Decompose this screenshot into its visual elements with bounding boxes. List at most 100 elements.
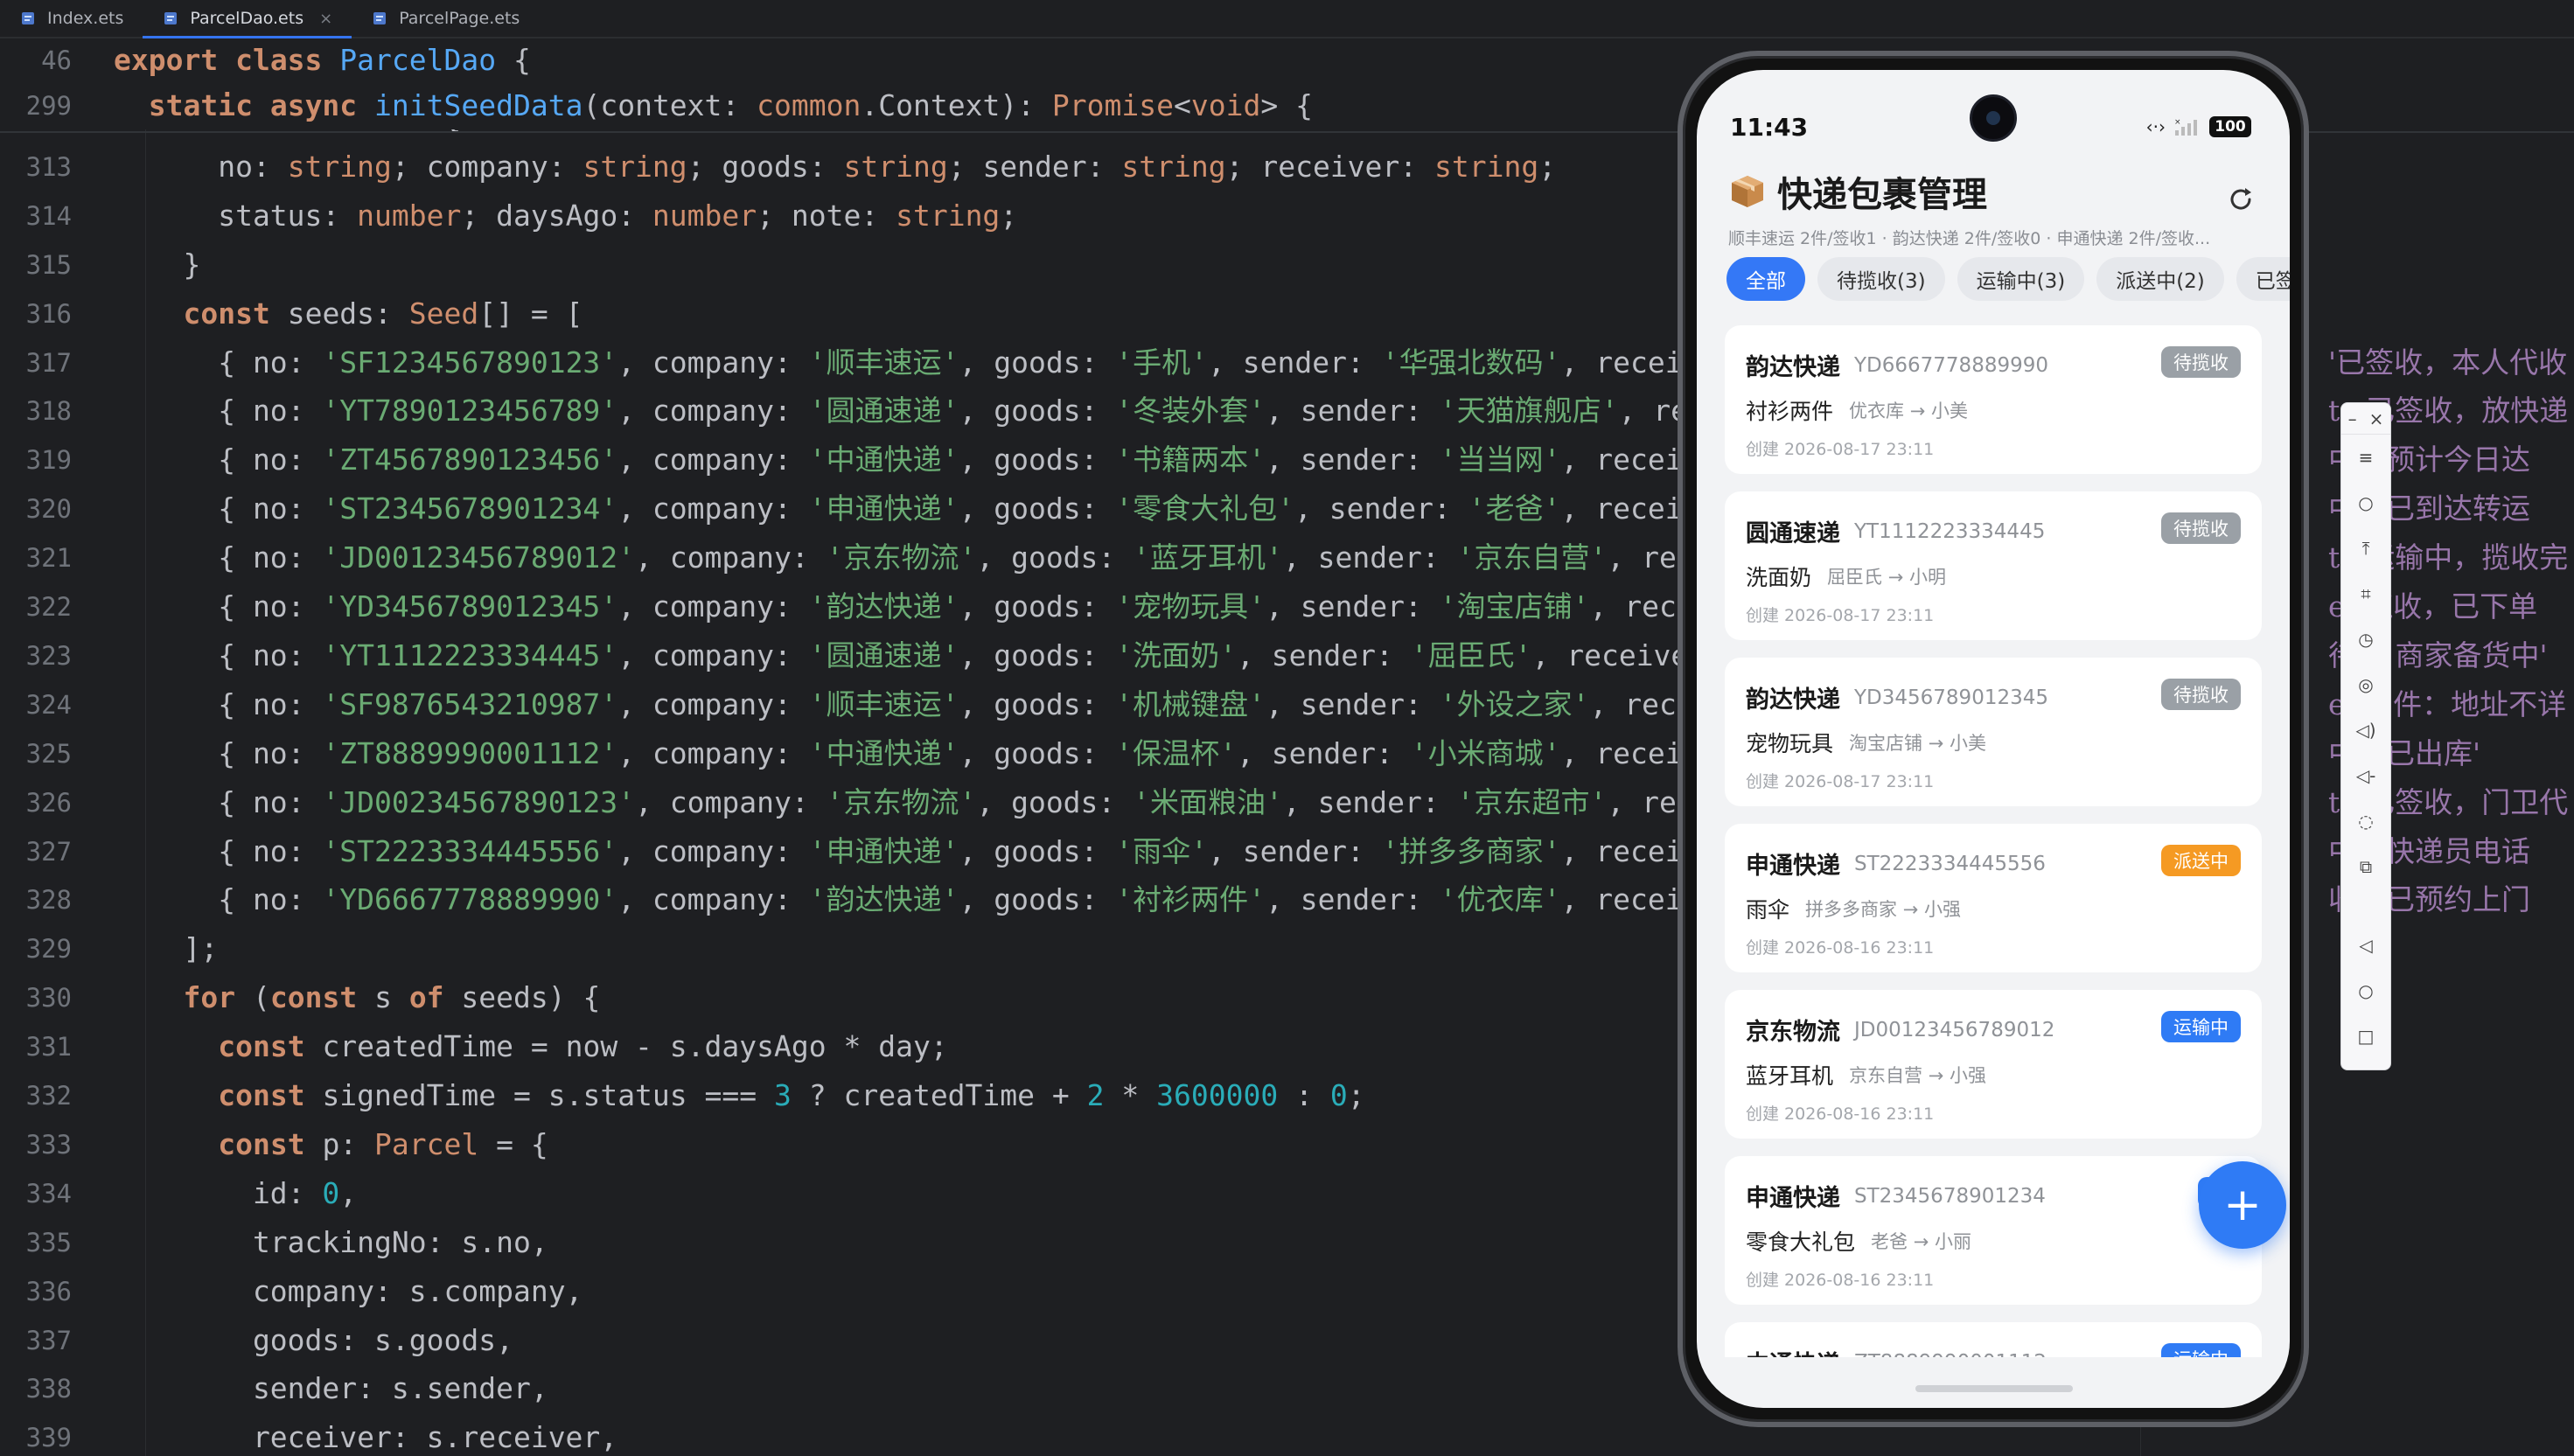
code-token: , goods: [959,686,1116,721]
code-token: , sender: [1294,491,1468,526]
code-token: 'JD00123456789012' [322,540,636,575]
parcel-list[interactable]: 韵达快递 YD6667778889990 待揽收 衬衫两件 优衣库 → 小美 创建 202… [1725,325,2262,1357]
recents-icon[interactable]: □ [2341,1014,2390,1059]
parcel-card[interactable]: 圆通速递 YT1112223334445 待揽收 洗面奶 屈臣氏 → 小明 创建 2026… [1725,491,2262,640]
line-number: 326 [25,787,72,818]
rotate-icon[interactable]: ◷ [2341,617,2390,662]
line-number: 329 [25,934,72,965]
add-parcel-button[interactable]: + [2199,1161,2286,1249]
parcel-card[interactable]: 申通快递 ST2223334445556 派送中 雨伞 拼多多商家 → 小强 创建 202… [1725,824,2262,972]
code-text: for (const s of seeds) { [114,975,600,1021]
parcel-card[interactable]: 申通快递ST2345678901234运零食大礼包老爸 → 小丽创建 2026-… [1725,1156,2262,1305]
filter-chip-4[interactable]: 已签收 [2236,257,2290,301]
code-token: number [357,198,462,233]
code-token: 'YT7890123456789' [322,394,618,428]
file-icon [19,10,37,27]
filter-chip-0[interactable]: 全部 [1726,257,1805,301]
parcel-goods-row: 宠物玩具 淘宝店铺 → 小美 [1746,727,2241,758]
parcel-card[interactable]: 京东物流 JD00123456789012 运输中 蓝牙耳机 京东自营 → 小强 创建 2… [1725,990,2262,1139]
nfc-icon: ‹·› [2145,116,2166,137]
phone-screen: 11:43 ‹·› × 100 快递包裹管理 顺丰速运 2件/签收1 · 韵达快… [1697,70,2290,1408]
code-token: sender: s.sender, [114,1371,548,1406]
parcel-created-time: 创建 2026-08-16 23:11 [1746,1104,1935,1124]
home-icon[interactable]: ○ [2341,968,2390,1014]
code-token: , company: [617,637,809,672]
code-token: , goods: [959,491,1116,526]
parcel-company: 圆通速递 [1746,520,1840,547]
code-token: 'JD00234567890123' [322,784,636,819]
parcel-route: 拼多多商家 → 小强 [1805,899,1961,920]
parcel-tracking-no: YT1112223334445 [1854,519,2046,543]
filter-chip-2[interactable]: 运输中(3) [1957,257,2085,301]
parcel-card[interactable]: 韵达快递 YD6667778889990 待揽收 衬衫两件 优衣库 → 小美 创建 202… [1725,325,2262,474]
code-text: goods: s.goods, [114,1318,513,1363]
code-token: ; [1000,198,1018,233]
code-text: } [114,242,200,288]
code-token: { no: [114,637,323,672]
volume-up-icon[interactable]: ◁) [2341,707,2390,753]
code-text: { no: 'YD3456789012345', company: '韵达快递'… [114,584,1728,630]
code-token: , goods: [959,394,1116,428]
parcel-tracking-no: ST2223334445556 [1854,852,2046,875]
code-token: , company: [617,491,809,526]
filter-chip-1[interactable]: 待揽收(3) [1817,257,1945,301]
code-token: { no: [114,442,323,477]
code-token: , company: [617,735,809,770]
code-token: , [339,1175,358,1210]
parcel-card[interactable]: 中通快递 ZT8889990001112 运输中 [1725,1322,2262,1357]
code-token: [] = [ [478,296,583,331]
code-token: seeds: [287,296,409,331]
refresh-button[interactable] [2223,182,2258,217]
close-icon[interactable]: × [2369,408,2384,429]
code-token: , company: [617,394,809,428]
code-text: const p: Parcel = { [114,1122,548,1167]
code-token: '京东自营' [1456,540,1608,575]
code-token: '手机' [1115,345,1209,380]
code-token: { no: [114,686,323,721]
code-token: '申通快递' [808,491,959,526]
back-icon[interactable]: ◁ [2341,923,2390,968]
crop-icon[interactable]: ⌗ [2341,571,2390,617]
code-token: 3600000 [1156,1078,1279,1112]
parcel-created-time: 创建 2026-08-16 23:11 [1746,938,1935,958]
code-token: '小米商城' [1410,735,1561,770]
code-token: static [148,88,270,123]
multi-window-icon[interactable]: ⧉ [2341,844,2390,889]
code-token: '宠物玩具' [1115,589,1266,624]
line-number: 330 [25,983,72,1014]
screenshot-icon[interactable]: ◎ [2341,662,2390,707]
code-token: { no: [114,540,323,575]
parcel-goods: 蓝牙耳机 [1746,1063,1834,1089]
code-token: seeds) { [461,980,601,1015]
code-token: , sender: [1208,833,1382,868]
app-header: 快递包裹管理 顺丰速运 2件/签收1 · 韵达快递 2件/签收0 · 申通快递 … [1728,166,2262,249]
code-token: '中通快递' [808,735,959,770]
parcel-goods-row: 零食大礼包 老爸 → 小丽 [1746,1225,2241,1257]
editor-tab-label: Index.ets [47,9,124,28]
menu-icon[interactable]: ≡ [2341,435,2390,480]
code-token: '拼多多商家' [1381,833,1561,868]
code-token: , goods: [976,784,1134,819]
pin-top-icon[interactable]: ⤒ [2341,526,2390,571]
editor-tab-0[interactable]: Index.ets [0,0,143,37]
parcel-card[interactable]: 韵达快递 YD3456789012345 待揽收 宠物玩具 淘宝店铺 → 小美 创建 20… [1725,658,2262,806]
editor-tab-2[interactable]: ParcelPage.ets [352,0,539,37]
minimize-icon[interactable]: – [2348,408,2357,429]
parcel-created-time: 创建 2026-08-16 23:11 [1746,1271,1935,1290]
code-token: '淘宝店铺' [1439,589,1590,624]
volume-down-icon[interactable]: ◁- [2341,753,2390,798]
status-filter-tabs: 全部待揽收(3) 运输中(3)派送中(2) 已签收 [1726,257,2290,301]
close-icon[interactable]: × [319,10,332,28]
fold-icon[interactable]: ◌ [2341,798,2390,844]
editor-tab-1[interactable]: ParcelDao.ets × [143,0,352,38]
code-token: const [218,1078,323,1112]
code-text: { no: 'YT1112223334445', company: '圆通速递'… [114,633,1723,679]
filter-chip-3[interactable]: 派送中(2) [2096,257,2224,301]
power-icon[interactable]: ○ [2341,480,2390,526]
code-token: id: [114,1175,323,1210]
parcel-route: 老爸 → 小丽 [1871,1231,1971,1252]
home-indicator[interactable] [1915,1385,2073,1392]
code-token: '零食大礼包' [1115,491,1295,526]
code-text: company: s.company, [114,1269,583,1314]
code-token: , goods: [959,882,1116,917]
